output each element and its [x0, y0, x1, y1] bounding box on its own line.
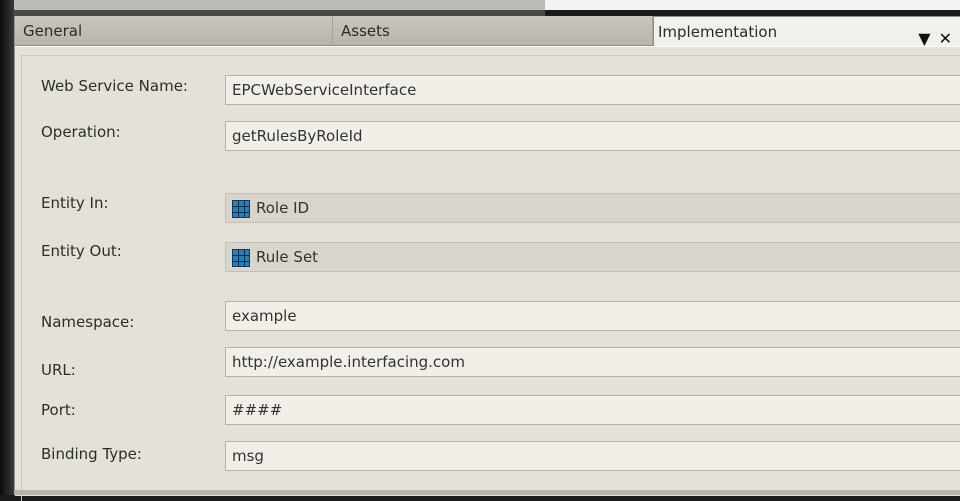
implementation-form: Web Service Name: EPCWebServiceInterface…	[15, 46, 960, 501]
background-left-edge	[0, 0, 14, 495]
operation-field[interactable]: getRulesByRoleId	[225, 121, 960, 151]
entity-in-label: Entity In:	[41, 194, 109, 212]
namespace-label: Namespace:	[41, 313, 135, 331]
url-field[interactable]: http://example.interfacing.com	[225, 347, 960, 377]
binding-type-field[interactable]: msg	[225, 441, 960, 471]
operation-label: Operation:	[41, 123, 121, 141]
panel-bottom-edge	[14, 490, 960, 495]
tab-assets[interactable]: Assets	[333, 16, 653, 46]
namespace-field[interactable]: example	[225, 301, 960, 331]
tab-bar: General Assets Implementation ▼✕	[15, 16, 960, 48]
properties-panel: General Assets Implementation ▼✕ Web Ser…	[14, 16, 960, 501]
entity-icon	[232, 199, 250, 218]
entity-in-field[interactable]: Role ID	[225, 193, 960, 223]
background-right	[545, 0, 960, 10]
entity-icon	[232, 248, 250, 267]
tab-general[interactable]: General	[15, 16, 333, 46]
tab-implementation[interactable]: Implementation ▼✕	[653, 16, 960, 48]
background-window-edge	[0, 0, 545, 10]
binding-type-label: Binding Type:	[41, 445, 142, 463]
entity-in-value: Role ID	[256, 199, 310, 217]
entity-out-label: Entity Out:	[41, 242, 122, 260]
port-label: Port:	[41, 401, 76, 419]
url-label: URL:	[41, 361, 76, 379]
web-service-name-label: Web Service Name:	[41, 77, 188, 95]
port-field[interactable]: ####	[225, 395, 960, 425]
entity-out-value: Rule Set	[256, 248, 319, 266]
web-service-name-field[interactable]: EPCWebServiceInterface	[225, 75, 960, 105]
tab-implementation-label: Implementation	[658, 23, 778, 41]
entity-out-field[interactable]: Rule Set	[225, 242, 960, 272]
